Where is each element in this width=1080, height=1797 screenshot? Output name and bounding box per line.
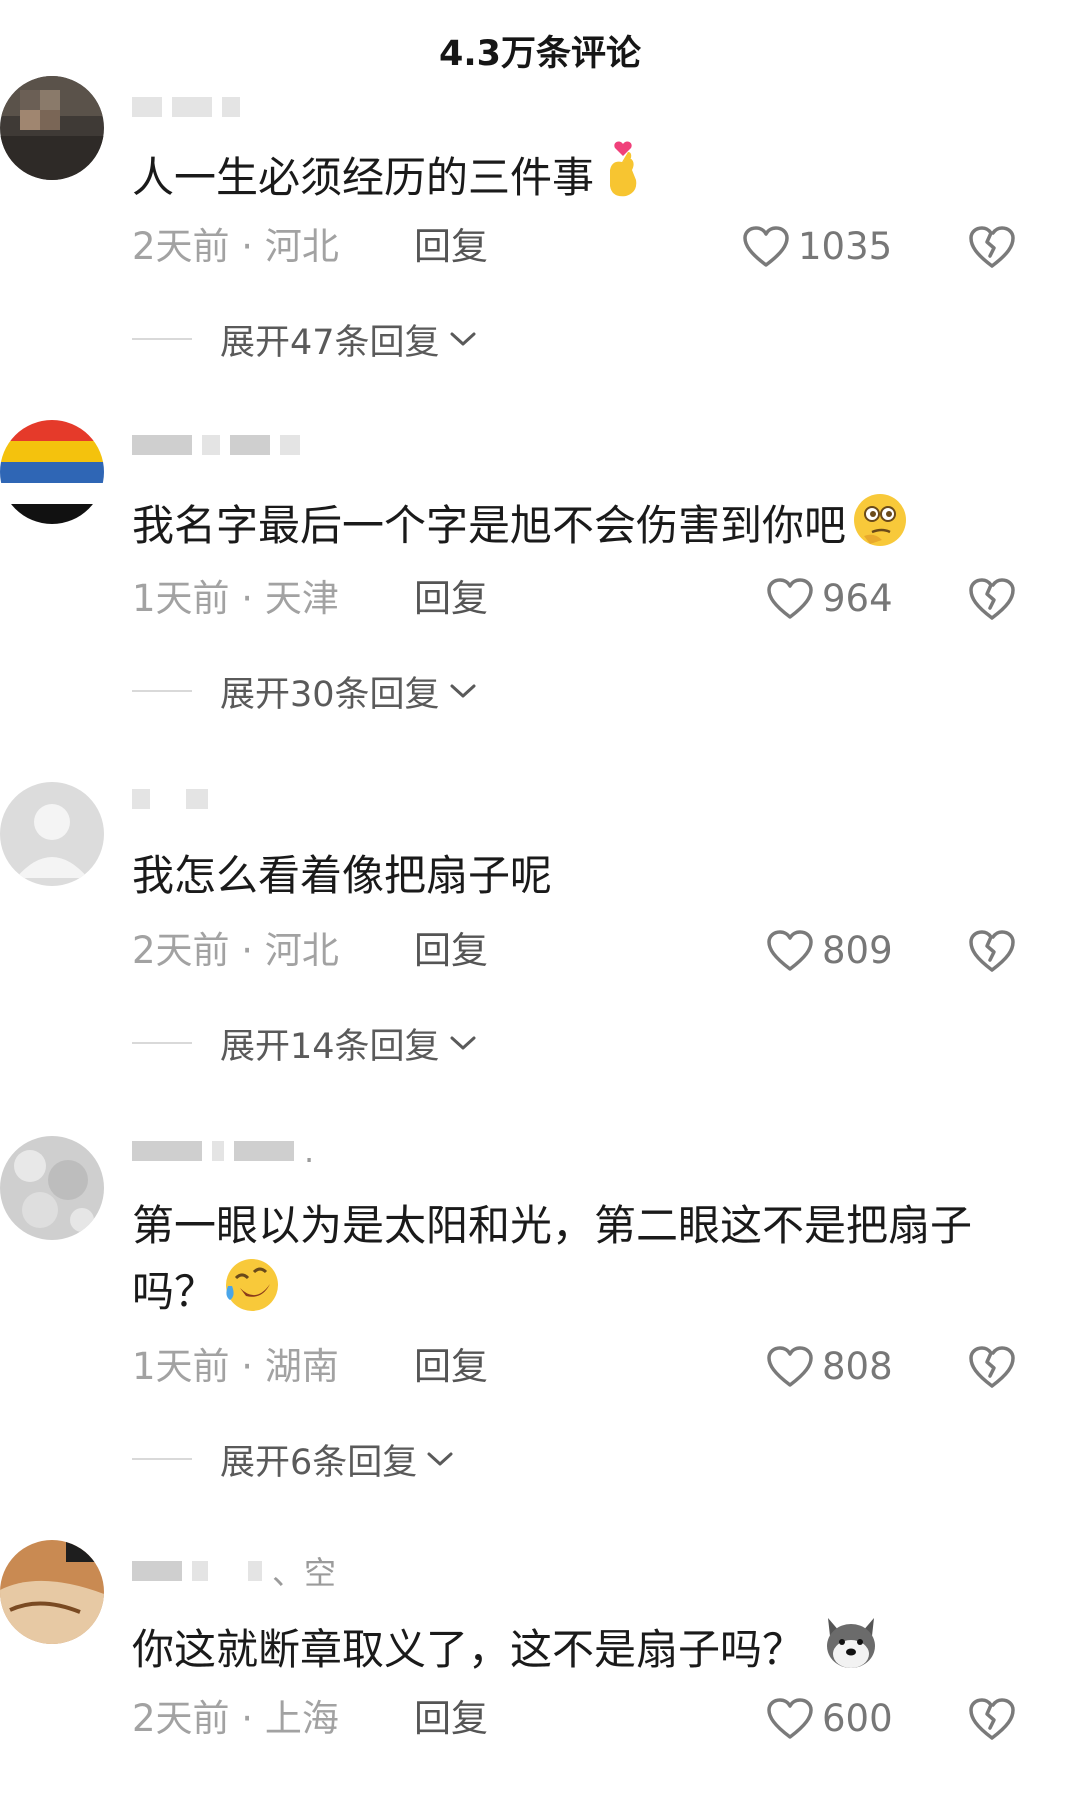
- divider-line: [132, 690, 192, 692]
- dislike-button[interactable]: [968, 224, 1016, 270]
- comment-text: 你这就断章取义了，这不是扇子吗？: [132, 1614, 1002, 1688]
- heart-icon: [767, 930, 813, 971]
- reply-button[interactable]: 回复: [414, 1694, 488, 1744]
- heart-icon: [767, 1698, 813, 1739]
- comment-text: 我名字最后一个字是旭不会伤害到你吧: [132, 492, 1002, 564]
- expand-replies-label: 展开47条回复: [220, 322, 440, 363]
- rolling-laughing-emoji: [222, 1256, 282, 1330]
- comment-text-content: 你这就断章取义了，这不是扇子吗？: [132, 1625, 805, 1674]
- like-count: 1035: [798, 225, 893, 268]
- comment-text: 人一生必须经历的三件事: [132, 140, 1002, 216]
- dislike-button[interactable]: [968, 1344, 1016, 1390]
- avatar[interactable]: [0, 420, 104, 524]
- like-count: 600: [822, 1697, 893, 1740]
- broken-heart-icon: [969, 1346, 1015, 1388]
- expand-replies-label: 展开14条回复: [220, 1026, 440, 1067]
- comment-text-content: 人一生必须经历的三件事: [132, 153, 595, 202]
- heart-icon: [767, 1346, 813, 1387]
- comment-text-content: 我名字最后一个字是旭不会伤害到你吧: [132, 501, 847, 550]
- chevron-down-icon: [450, 1036, 476, 1050]
- broken-heart-icon: [969, 1698, 1015, 1740]
- chevron-down-icon: [450, 684, 476, 698]
- reply-button[interactable]: 回复: [414, 222, 488, 272]
- comment-meta: 2天前 · 河北 回复 1035: [132, 222, 1032, 272]
- comment-meta: 2天前 · 上海 回复 600: [132, 1694, 1032, 1744]
- comment-count-title: 4.3万条评论: [438, 33, 641, 74]
- username[interactable]: [132, 784, 208, 814]
- avatar[interactable]: [0, 782, 104, 886]
- divider-line: [132, 1042, 192, 1044]
- avatar[interactable]: [0, 1136, 104, 1240]
- heart-icon: [767, 578, 813, 619]
- broken-heart-icon: [969, 578, 1015, 620]
- like-button[interactable]: 1035: [742, 222, 892, 272]
- expand-replies[interactable]: 展开30条回复: [132, 666, 478, 716]
- like-count: 964: [822, 577, 893, 620]
- time-location: 2天前 · 河北: [132, 929, 339, 972]
- reply-button[interactable]: 回复: [414, 1342, 488, 1392]
- chevron-down-icon: [450, 332, 476, 346]
- avatar[interactable]: [0, 76, 104, 180]
- reply-button[interactable]: 回复: [414, 574, 488, 624]
- time-location: 1天前 · 湖南: [132, 1345, 339, 1388]
- comment-meta: 1天前 · 湖南 回复 808: [132, 1342, 1032, 1392]
- like-button[interactable]: 600: [766, 1694, 893, 1744]
- comment-meta: 2天前 · 河北 回复 809: [132, 926, 1032, 976]
- broken-heart-icon: [969, 226, 1015, 268]
- expand-replies-label: 展开6条回复: [220, 1442, 418, 1483]
- heart-icon: [743, 226, 789, 267]
- username[interactable]: [132, 430, 300, 460]
- time-location: 1天前 · 天津: [132, 577, 339, 620]
- expand-replies-label: 展开30条回复: [220, 674, 440, 715]
- time-location: 2天前 · 上海: [132, 1697, 339, 1740]
- username-tail: 、空: [272, 1554, 337, 1592]
- comment-text: 第一眼以为是太阳和光，第二眼这不是把扇子吗？: [132, 1196, 1002, 1330]
- expand-replies[interactable]: 展开47条回复: [132, 314, 478, 364]
- broken-heart-icon: [969, 930, 1015, 972]
- like-count: 809: [822, 929, 893, 972]
- like-button[interactable]: 809: [766, 926, 893, 976]
- comments-header: 4.3万条评论: [0, 0, 1080, 100]
- username[interactable]: 、空: [132, 1554, 336, 1592]
- dislike-button[interactable]: [968, 1696, 1016, 1742]
- expand-replies[interactable]: 展开6条回复: [132, 1434, 455, 1484]
- husky-dog-emoji: [822, 1614, 880, 1688]
- dislike-button[interactable]: [968, 928, 1016, 974]
- avatar[interactable]: [0, 1540, 104, 1644]
- comment-text-content: 我怎么看着像把扇子呢: [132, 851, 553, 900]
- chevron-down-icon: [427, 1452, 453, 1466]
- thinking-face-emoji: [852, 492, 908, 564]
- comment-text: 我怎么看着像把扇子呢: [132, 846, 1002, 906]
- username[interactable]: [132, 92, 240, 122]
- divider-line: [132, 1458, 192, 1460]
- dislike-button[interactable]: [968, 576, 1016, 622]
- finger-heart-emoji: [600, 140, 646, 216]
- time-location: 2天前 · 河北: [132, 225, 339, 268]
- expand-replies[interactable]: 展开14条回复: [132, 1018, 478, 1068]
- like-button[interactable]: 808: [766, 1342, 893, 1392]
- username[interactable]: .: [132, 1132, 314, 1170]
- comment-meta: 1天前 · 天津 回复 964: [132, 574, 1032, 624]
- username-tail: .: [304, 1132, 315, 1170]
- divider-line: [132, 338, 192, 340]
- like-count: 808: [822, 1345, 893, 1388]
- reply-button[interactable]: 回复: [414, 926, 488, 976]
- like-button[interactable]: 964: [766, 574, 893, 624]
